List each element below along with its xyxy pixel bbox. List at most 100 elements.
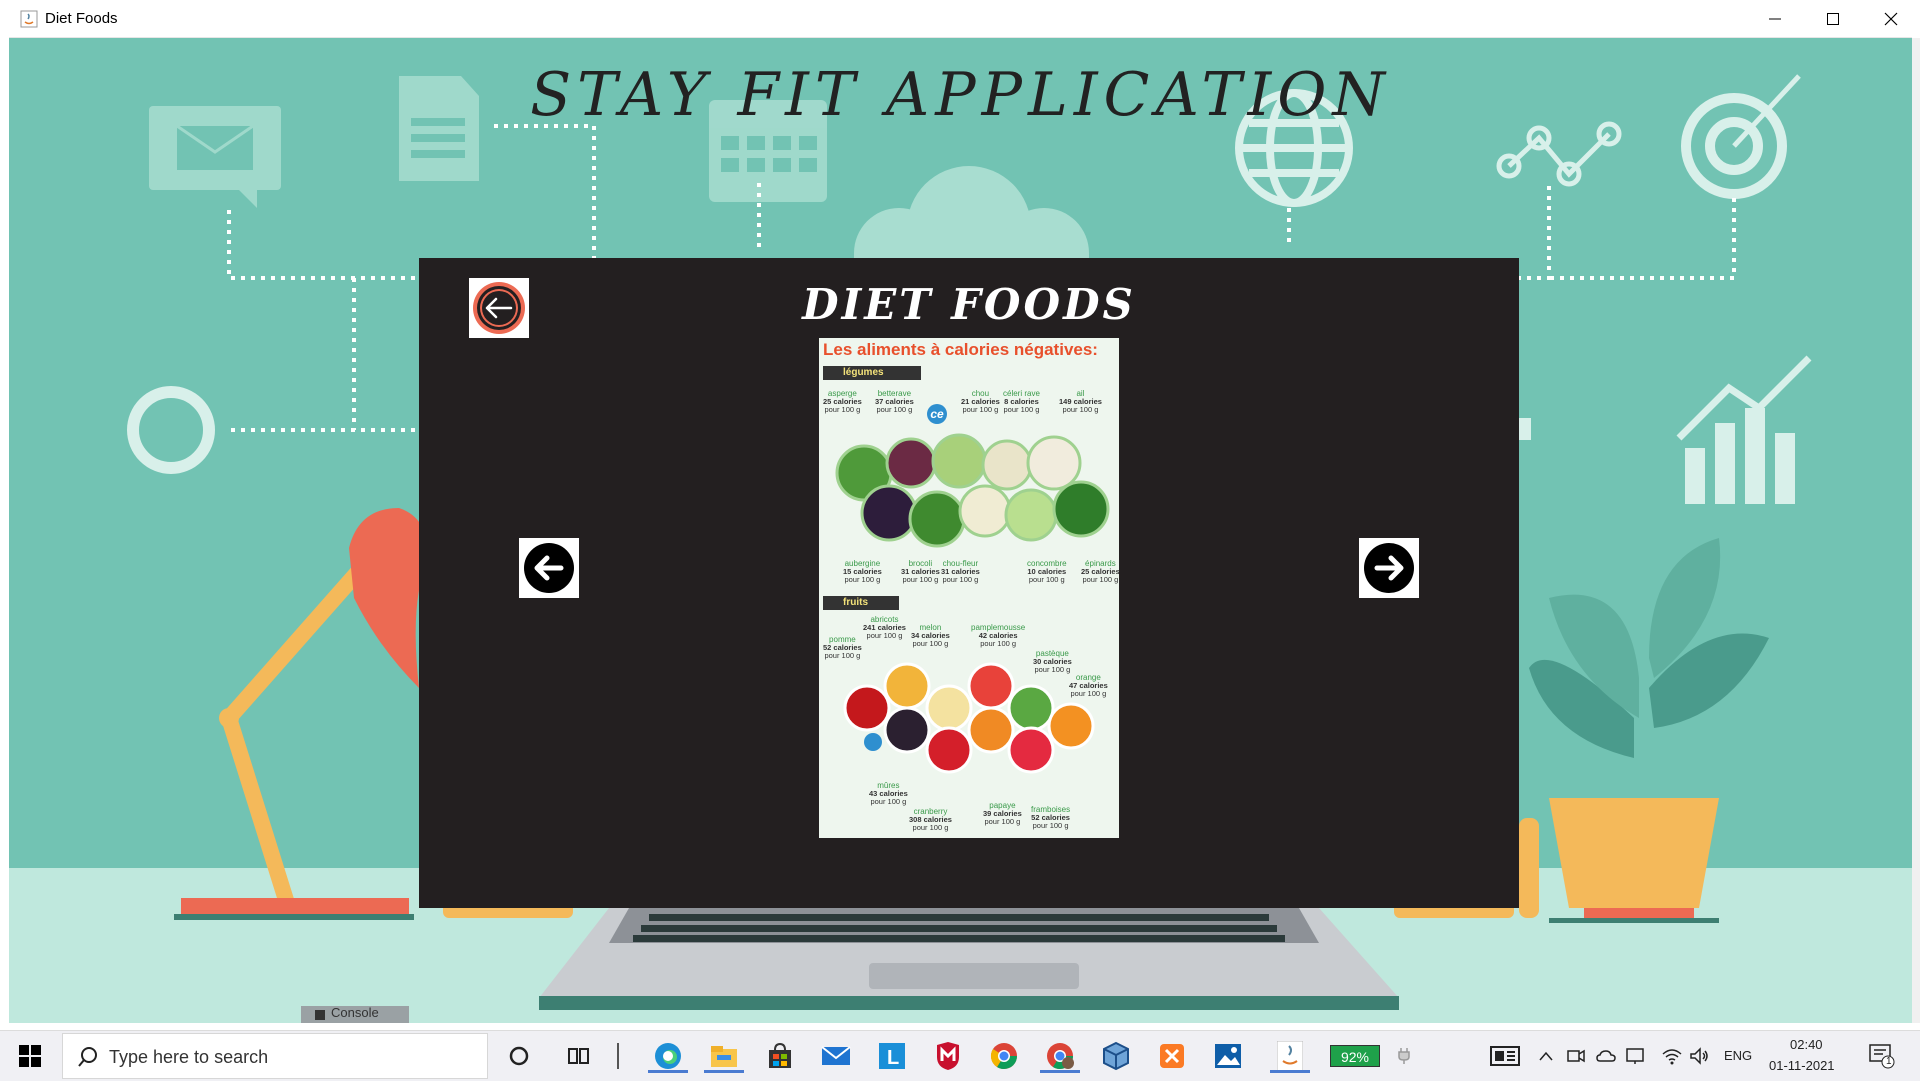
laptop	[539, 908, 1399, 1010]
chrome-profile-taskbar-button[interactable]	[1036, 1039, 1084, 1073]
maximize-button[interactable]	[1804, 0, 1862, 37]
vegetable-label-asperge: asperge 25 calories pour 100 g	[823, 389, 862, 414]
language-indicator[interactable]: ENG	[1724, 1048, 1752, 1063]
cortana-button[interactable]	[502, 1039, 536, 1073]
chrome-taskbar-button[interactable]	[980, 1039, 1028, 1073]
wifi-icon	[1662, 1049, 1682, 1065]
vegetables-illustration	[835, 433, 1110, 548]
camera-icon	[1567, 1049, 1585, 1063]
potted-plant	[1529, 538, 1769, 923]
news-widget-button[interactable]	[1488, 1039, 1522, 1073]
onedrive-cloud-icon	[1596, 1050, 1616, 1062]
l-app-taskbar-button[interactable]: L	[868, 1039, 916, 1073]
vegetable-label-ail: ail 149 calories pour 100 g	[1059, 389, 1102, 414]
minimize-icon	[1769, 18, 1781, 19]
java-taskbar-button[interactable]	[1266, 1039, 1314, 1073]
fruit-label-papaye: papaye 39 calories pour 100 g	[983, 801, 1022, 826]
fruit-label-abricots: abricots 241 calories pour 100 g	[863, 615, 906, 640]
chevron-up-icon	[1539, 1051, 1553, 1061]
task-view-icon	[568, 1048, 589, 1064]
ce-logo: ce	[927, 404, 947, 424]
active-indicator	[1270, 1070, 1310, 1073]
windows-logo-icon	[19, 1045, 41, 1067]
store-taskbar-button[interactable]	[756, 1039, 804, 1073]
xampp-taskbar-button[interactable]	[1148, 1039, 1196, 1073]
pie-chart-icon	[127, 386, 215, 474]
window-title-bar: Diet Foods	[9, 0, 1912, 38]
virtualbox-taskbar-button[interactable]	[1092, 1039, 1140, 1073]
wifi-button[interactable]	[1660, 1039, 1684, 1073]
app-heading: STAY FIT APPLICATION	[530, 60, 1391, 130]
vegetable-label-brocoli: brocoli 31 calories pour 100 g	[901, 559, 940, 584]
photos-taskbar-button[interactable]	[1204, 1039, 1252, 1073]
vegetables-section-tag: légumes	[823, 366, 921, 380]
mail-taskbar-button[interactable]	[812, 1039, 860, 1073]
show-hidden-icons-button[interactable]	[1534, 1039, 1558, 1073]
volume-button[interactable]	[1688, 1039, 1712, 1073]
mcafee-icon	[937, 1042, 959, 1070]
start-button[interactable]	[0, 1031, 60, 1081]
fruit-label-pomme: pomme 52 calories pour 100 g	[823, 635, 862, 660]
vegetable-label-aubergine: aubergine 15 calories pour 100 g	[843, 559, 882, 584]
mail-icon	[821, 1046, 851, 1065]
arrow-left-icon	[524, 543, 574, 593]
fruits-section-tag: fruits	[823, 596, 899, 610]
clock-time[interactable]: 02:40	[1790, 1037, 1823, 1052]
vegetable-label-choufleur: chou-fleur 31 calories pour 100 g	[941, 559, 980, 584]
photos-icon	[1215, 1044, 1241, 1068]
mcafee-taskbar-button[interactable]	[924, 1039, 972, 1073]
search-icon	[78, 1047, 97, 1067]
fruit-label-cranberry: cranberry 308 calories pour 100 g	[909, 807, 952, 832]
window-scrollbar[interactable]	[1912, 38, 1920, 1023]
diet-foods-panel: DIET FOODS Les aliments à calories négat…	[419, 258, 1519, 908]
store-icon	[769, 1042, 791, 1068]
fruit-label-framboises: framboises 52 calories pour 100 g	[1031, 805, 1071, 830]
notification-count: 1	[1886, 1056, 1892, 1067]
file-explorer-taskbar-button[interactable]	[700, 1039, 748, 1073]
edge-taskbar-button[interactable]	[644, 1039, 692, 1073]
search-placeholder: Type here to search	[109, 1047, 269, 1067]
task-view-button[interactable]	[562, 1039, 596, 1073]
display-button[interactable]	[1624, 1039, 1648, 1073]
vegetable-label-epinards: épinards 25 calories pour 100 g	[1081, 559, 1119, 584]
vegetable-label-celeri: céleri rave 8 calories pour 100 g	[1003, 389, 1040, 414]
virtualbox-icon	[1103, 1041, 1129, 1071]
clock-date[interactable]: 01-11-2021	[1769, 1058, 1835, 1073]
arrow-right-icon	[1364, 543, 1414, 593]
fruit-label-pamplemousse: pamplemousse 42 calories pour 100 g	[971, 623, 1026, 648]
notification-center-button[interactable]: 1	[1866, 1039, 1898, 1073]
close-button[interactable]	[1862, 0, 1920, 37]
minimize-button[interactable]	[1746, 0, 1804, 37]
l-app-icon: L	[879, 1043, 905, 1069]
desk-lamp	[174, 508, 429, 920]
fruits-illustration	[843, 662, 1095, 774]
java-icon	[1277, 1041, 1303, 1071]
active-indicator	[648, 1070, 688, 1073]
news-icon	[1490, 1046, 1520, 1066]
taskbar-separator	[617, 1043, 619, 1069]
panel-title: DIET FOODS	[802, 280, 1136, 329]
file-explorer-icon	[711, 1046, 737, 1067]
active-indicator	[704, 1070, 744, 1073]
plug-icon	[1398, 1048, 1410, 1064]
taskbar-search-box[interactable]: Type here to search	[62, 1033, 488, 1079]
xampp-icon	[1160, 1044, 1184, 1068]
maximize-icon	[1827, 12, 1839, 25]
poster-title: Les aliments à calories négatives:	[823, 340, 1098, 359]
vegetable-label-chou: chou 21 calories pour 100 g	[961, 389, 1000, 414]
onedrive-button[interactable]	[1594, 1039, 1618, 1073]
battery-indicator[interactable]: 92%	[1330, 1045, 1380, 1067]
java-app-icon	[20, 10, 38, 28]
chrome-profile-icon	[1047, 1043, 1074, 1070]
meet-now-button[interactable]	[1564, 1039, 1588, 1073]
growth-chart-icon	[1676, 355, 1812, 504]
edge-icon	[655, 1043, 681, 1069]
vegetable-label-betterave: betterave 37 calories pour 100 g	[875, 389, 914, 414]
fruit-label-mures: mûres 43 calories pour 100 g	[869, 781, 908, 806]
next-button[interactable]	[1359, 538, 1419, 598]
close-icon	[1884, 12, 1898, 25]
cortana-icon	[509, 1046, 529, 1066]
previous-button[interactable]	[519, 538, 579, 598]
vegetable-label-concombre: concombre 10 calories pour 100 g	[1027, 559, 1067, 584]
network-graph-icon	[1496, 121, 1622, 187]
